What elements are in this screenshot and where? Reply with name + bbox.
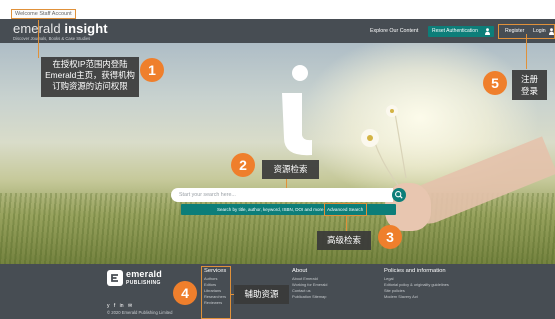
emerald-insight-homepage: Welcome Staff Account emerald insight Di… <box>0 0 555 319</box>
footer-heading: Services <box>204 268 227 274</box>
annotation-4-note: 辅助资源 <box>234 285 289 304</box>
user-icon <box>549 28 554 35</box>
connector-line-3 <box>346 216 347 231</box>
advanced-search-link[interactable]: Advanced Search <box>327 206 363 213</box>
connector-line-5 <box>526 34 527 69</box>
search-hint-text: Search by title, author, keyword, ISBN, … <box>217 207 324 212</box>
footer-column-policies: Policies and information Legal Editorial… <box>384 268 449 300</box>
annotation-5-badge: 5 <box>483 71 507 95</box>
footer-column-services: Services Authors Editors Librarians Rese… <box>204 268 226 306</box>
staff-account-label: Welcome Staff Account <box>11 9 76 19</box>
login-link[interactable]: Login <box>533 28 546 35</box>
footer-heading: About <box>292 268 308 274</box>
logo-tagline: Discover Journals, Books & Case Studies <box>13 36 91 41</box>
footer-heading: Policies and information <box>384 268 446 274</box>
staff-bar: Welcome Staff Account <box>0 0 555 19</box>
search-input[interactable] <box>179 188 379 202</box>
annotation-5-line2: 登录 <box>520 86 538 96</box>
annotation-3-badge: 3 <box>378 225 402 249</box>
annotation-5-line1: 注册 <box>520 74 538 84</box>
user-icon <box>485 28 490 35</box>
register-link[interactable]: Register <box>505 28 524 35</box>
annotation-2-badge: 2 <box>231 153 255 177</box>
annotation-5-note: 注册 登录 <box>512 70 547 100</box>
annotation-3-note: 高级检索 <box>317 231 371 250</box>
logo-insight-text: insight <box>64 21 108 36</box>
daisy-flowers <box>374 112 407 186</box>
connector-line-2 <box>286 179 287 188</box>
footer-column-about: About About Emerald Working for Emerald … <box>292 268 327 300</box>
annotation-1-line1: 在授权IP范围内登陆 <box>52 59 128 69</box>
annotation-2-note: 资源检索 <box>262 160 319 179</box>
explore-content-link[interactable]: Explore Our Content <box>370 28 418 35</box>
search-button[interactable] <box>392 188 406 202</box>
footer-logo-publishing: PUBLISHING <box>126 280 161 286</box>
search-bar <box>171 188 393 202</box>
emerald-logo-icon <box>107 270 123 286</box>
emerald-publishing-logo[interactable]: emerald PUBLISHING <box>107 269 167 289</box>
annotation-1-badge: 1 <box>140 58 164 82</box>
logo-emerald-text: emerald <box>13 21 61 36</box>
annotation-4-badge: 4 <box>173 281 197 305</box>
copyright-text: © 2020 Emerald Publishing Limited <box>107 310 173 315</box>
site-header: emerald insight Discover Journals, Books… <box>0 19 555 43</box>
footer-link[interactable]: Modern Slavery Act <box>384 294 449 300</box>
connector-line-1 <box>38 20 39 58</box>
annotation-1-line2: Emerald主页，获得机构 <box>45 70 135 80</box>
reset-authentication-label: Reset Authentication <box>432 28 478 34</box>
reset-authentication-button[interactable]: Reset Authentication <box>428 26 494 37</box>
footer-link[interactable]: Reviewers <box>204 300 226 306</box>
footer-logo-name: emerald <box>126 269 162 279</box>
footer-link[interactable]: Publication Sitemap <box>292 294 327 300</box>
annotation-1-line3: 订购资源的访问权限 <box>52 81 128 91</box>
social-links[interactable]: y f in ✉ <box>107 303 132 309</box>
site-logo[interactable]: emerald insight <box>13 22 108 35</box>
annotation-1-note: 在授权IP范围内登陆 Emerald主页，获得机构 订购资源的访问权限 <box>41 57 139 97</box>
search-icon <box>395 191 403 199</box>
